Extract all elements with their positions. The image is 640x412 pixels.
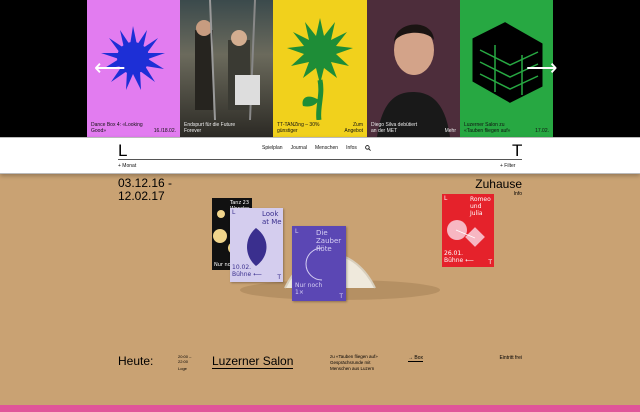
today-label: Heute: — [118, 354, 154, 368]
bottom-bar — [0, 405, 640, 412]
filter-toggle[interactable]: + Filter — [500, 163, 515, 169]
performers-photo — [195, 0, 260, 121]
portrait-photo — [377, 24, 450, 137]
nav-item-journal[interactable]: Journal — [291, 145, 307, 151]
slide-caption: Dance Box 4: «Looking Good» 16./18.02. — [91, 122, 176, 134]
today-description: zu «Tauben fliegen auf» Gesprächsrunde m… — [330, 354, 378, 371]
event-slider: Dance Box 4: «Looking Good» 16./18.02. E… — [0, 0, 640, 137]
logo-left[interactable]: L — [118, 141, 127, 161]
season-dates: 03.12.16 - 12.02.17 — [118, 176, 173, 203]
search-icon[interactable] — [365, 145, 371, 151]
poster-romeo-und-julia[interactable]: L Romeo und Julia 26.01. Bühne ⟵ T — [442, 194, 494, 267]
today-event-title[interactable]: Luzerner Salon — [212, 354, 294, 369]
slide-future-forever[interactable]: Endspurt für die Future Forever — [180, 0, 273, 137]
hero-title: Zuhause — [475, 177, 522, 191]
nav-links: Spielplan Journal Menschen Infos — [262, 145, 371, 151]
poster-look-at-me[interactable]: L Look at Me 10.02. Bühne ⟵ T — [230, 208, 283, 282]
slide-caption: TT-TANZing – 30% günstiger Zum Angebot — [277, 122, 363, 134]
nav-item-infos[interactable]: Infos — [346, 145, 357, 151]
logo-right[interactable]: T — [512, 141, 522, 161]
slide-caption: Luzerner Salon zu «Tauben fliegen auf» 1… — [464, 122, 549, 134]
today-link[interactable]: → Box — [408, 355, 424, 362]
divider — [118, 159, 522, 160]
arrow-left-icon[interactable]: ⟵ — [94, 57, 126, 79]
flower-graphic — [287, 18, 353, 120]
slide-diego-silva[interactable]: Diego Silva debütiert an der MET Mehr — [367, 0, 460, 137]
nav-item-spielplan[interactable]: Spielplan — [262, 145, 283, 151]
main-navigation: L T Spielplan Journal Menschen Infos + M… — [0, 137, 640, 174]
slide-caption: Endspurt für die Future Forever — [184, 122, 236, 134]
today-time: 20:00 – 22:00 — [178, 354, 192, 364]
today-venue: Loge — [178, 366, 187, 371]
nav-item-menschen[interactable]: Menschen — [315, 145, 338, 151]
slide-tt-tanzing[interactable]: TT-TANZing – 30% günstiger Zum Angebot — [273, 0, 367, 137]
poster-zauberfloete[interactable]: L Die Zauber flöte Nur noch 1× T — [292, 226, 346, 301]
slide-caption: Diego Silva debütiert an der MET Mehr — [371, 122, 456, 134]
today-event-row[interactable]: Heute: 20:00 – 22:00 Loge Luzerner Salon… — [118, 354, 522, 374]
arrow-right-icon[interactable]: ⟶ — [526, 57, 558, 79]
month-toggle[interactable]: + Monat — [118, 163, 136, 169]
info-link[interactable]: Info — [514, 191, 522, 197]
today-entry: Eintritt frei — [499, 355, 522, 361]
